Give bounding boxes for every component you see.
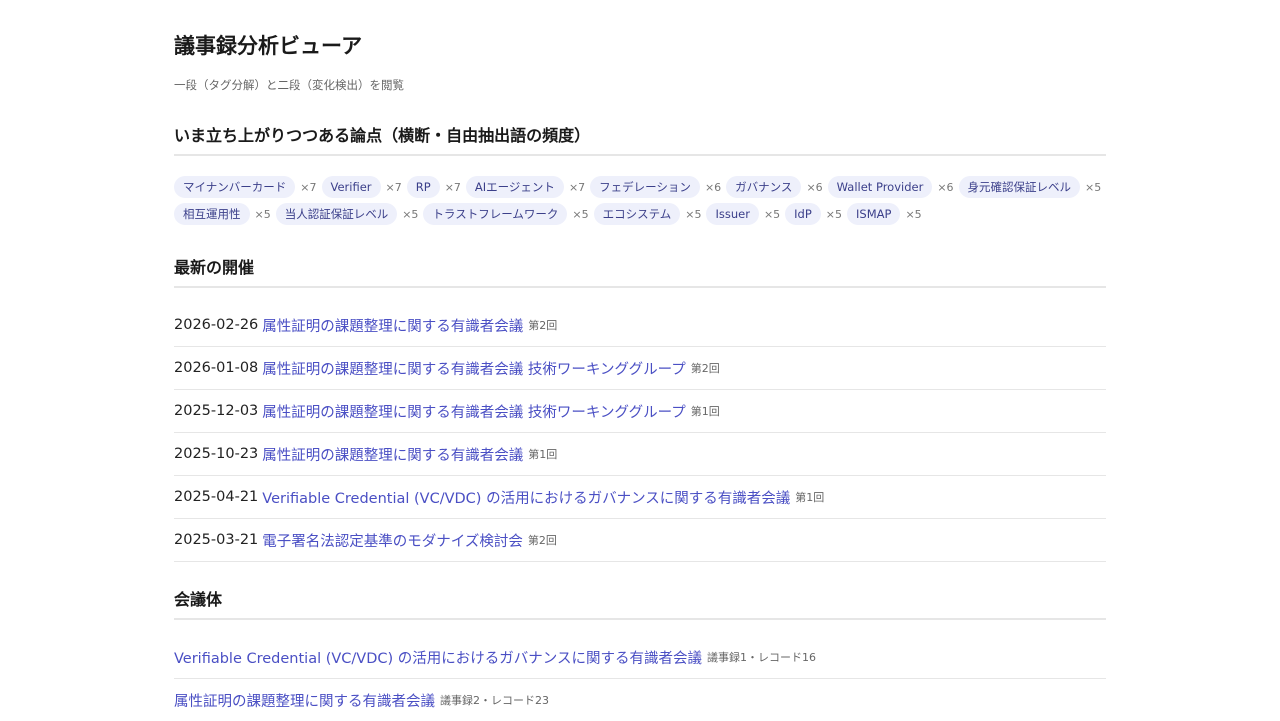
meeting-row: 2025-04-21 Verifiable Credential (VC/VDC… xyxy=(174,476,1106,519)
tag-chip[interactable]: ガバナンス xyxy=(726,176,802,198)
meeting-date: 2026-02-26 xyxy=(174,317,259,333)
tag-count: ×6 xyxy=(937,180,954,194)
tag-count: ×6 xyxy=(806,180,823,194)
bodies-list: Verifiable Credential (VC/VDC) の活用におけるガバ… xyxy=(174,636,1106,721)
meeting-row: 2025-12-03 属性証明の課題整理に関する有識者会議 技術ワーキンググルー… xyxy=(174,390,1106,433)
meeting-row: 2025-03-21 電子署名法認定基準のモダナイズ検討会 第2回 xyxy=(174,519,1106,562)
tag-chip[interactable]: フェデレーション xyxy=(590,176,700,198)
tag-chip[interactable]: ISMAP xyxy=(847,203,901,225)
tag-item: 相互運用性 ×5 xyxy=(174,203,271,225)
meeting-round: 第1回 xyxy=(690,405,720,418)
meeting-row: 2026-01-08 属性証明の課題整理に関する有識者会議 技術ワーキンググルー… xyxy=(174,347,1106,390)
meeting-row: 2026-02-26 属性証明の課題整理に関する有識者会議 第2回 xyxy=(174,304,1106,347)
meeting-date: 2025-03-21 xyxy=(174,532,259,548)
tag-item: IdP ×5 xyxy=(785,203,842,225)
meeting-round: 第2回 xyxy=(690,362,720,375)
tag-count: ×5 xyxy=(825,207,843,221)
meeting-row: 2025-10-23 属性証明の課題整理に関する有識者会議 第1回 xyxy=(174,433,1106,476)
meeting-link[interactable]: 属性証明の課題整理に関する有識者会議 技術ワーキンググループ xyxy=(262,358,686,379)
body-row: Verifiable Credential (VC/VDC) の活用におけるガバ… xyxy=(174,636,1106,679)
tag-count: ×5 xyxy=(402,207,419,221)
tag-chip[interactable]: 当人認証保証レベル xyxy=(275,203,398,225)
latest-meeting-list: 2026-02-26 属性証明の課題整理に関する有識者会議 第2回 2026-0… xyxy=(174,304,1106,562)
meeting-round: 第2回 xyxy=(528,319,558,332)
page-subtitle: 一段（タグ分解）と二段（変化検出）を閲覧 xyxy=(174,78,404,92)
meeting-date: 2025-12-03 xyxy=(174,403,259,419)
body-stats: 議事録1・レコード16 xyxy=(707,651,816,664)
tag-chip[interactable]: Issuer xyxy=(706,203,759,225)
tag-item: Wallet Provider ×6 xyxy=(827,176,954,198)
body-stats: 議事録2・レコード23 xyxy=(440,694,549,707)
tag-chip[interactable]: 身元確認保証レベル xyxy=(958,176,1081,198)
meeting-link[interactable]: Verifiable Credential (VC/VDC) の活用におけるガバ… xyxy=(262,487,790,508)
meeting-round: 第1回 xyxy=(528,448,558,461)
tag-chip[interactable]: AIエージェント xyxy=(465,176,564,198)
meeting-date: 2026-01-08 xyxy=(174,360,259,376)
trending-section-title: いま立ち上がりつつある論点（横断・自由抽出語の頻度） xyxy=(174,124,1106,156)
tag-chip[interactable]: IdP xyxy=(785,203,821,225)
tag-count: ×7 xyxy=(444,180,461,194)
tag-chip[interactable]: マイナンバーカード xyxy=(174,176,296,198)
tag-count: ×5 xyxy=(254,207,271,221)
tag-item: エコシステム ×5 xyxy=(593,203,702,225)
bodies-section-title: 会議体 xyxy=(174,588,1106,620)
tag-chip[interactable]: Verifier xyxy=(321,176,381,198)
trending-tag-list: マイナンバーカード ×7 Verifier ×7 RP ×7 AIエージェント ×7 フ… xyxy=(174,176,1106,225)
tag-item: マイナンバーカード ×7 xyxy=(174,176,317,198)
tag-item: Verifier ×7 xyxy=(321,176,402,198)
tag-item: フェデレーション ×6 xyxy=(590,176,721,198)
body-row: 属性証明の課題整理に関する有識者会議 議事録2・レコード23 xyxy=(174,679,1106,721)
body-link[interactable]: 属性証明の課題整理に関する有識者会議 xyxy=(174,690,435,711)
tag-item: ガバナンス ×6 xyxy=(726,176,823,198)
latest-section-title: 最新の開催 xyxy=(174,256,1106,288)
meeting-link[interactable]: 属性証明の課題整理に関する有識者会議 xyxy=(262,444,523,465)
tag-count: ×5 xyxy=(685,207,702,221)
meeting-link[interactable]: 電子署名法認定基準のモダナイズ検討会 xyxy=(262,530,523,551)
tag-item: AIエージェント ×7 xyxy=(465,176,586,198)
meeting-link[interactable]: 属性証明の課題整理に関する有識者会議 xyxy=(262,315,523,336)
tag-chip[interactable]: RP xyxy=(406,176,440,198)
tag-item: RP ×7 xyxy=(406,176,461,198)
tag-count: ×7 xyxy=(568,180,586,194)
tag-chip[interactable]: 相互運用性 xyxy=(174,203,250,225)
tag-chip[interactable]: トラストフレームワーク xyxy=(423,203,568,225)
tag-chip[interactable]: エコシステム xyxy=(593,203,681,225)
tag-count: ×6 xyxy=(704,180,722,194)
tag-chip[interactable]: Wallet Provider xyxy=(827,176,933,198)
tag-count: ×5 xyxy=(763,207,781,221)
page-title: 議事録分析ビューア xyxy=(174,34,363,58)
tag-count: ×5 xyxy=(905,207,922,221)
tag-item: 当人認証保証レベル ×5 xyxy=(275,203,419,225)
tag-item: トラストフレームワーク ×5 xyxy=(423,203,589,225)
meeting-date: 2025-04-21 xyxy=(174,489,259,505)
meeting-link[interactable]: 属性証明の課題整理に関する有識者会議 技術ワーキンググループ xyxy=(262,401,686,422)
tag-item: ISMAP ×5 xyxy=(847,203,922,225)
meeting-round: 第2回 xyxy=(527,534,557,547)
meeting-round: 第1回 xyxy=(795,491,825,504)
tag-item: 身元確認保証レベル ×5 xyxy=(958,176,1102,198)
body-link[interactable]: Verifiable Credential (VC/VDC) の活用におけるガバ… xyxy=(174,647,702,668)
tag-count: ×5 xyxy=(572,207,589,221)
tag-count: ×7 xyxy=(300,180,317,194)
meeting-date: 2025-10-23 xyxy=(174,446,259,462)
tag-item: Issuer ×5 xyxy=(706,203,780,225)
tag-count: ×5 xyxy=(1085,180,1102,194)
tag-count: ×7 xyxy=(385,180,402,194)
